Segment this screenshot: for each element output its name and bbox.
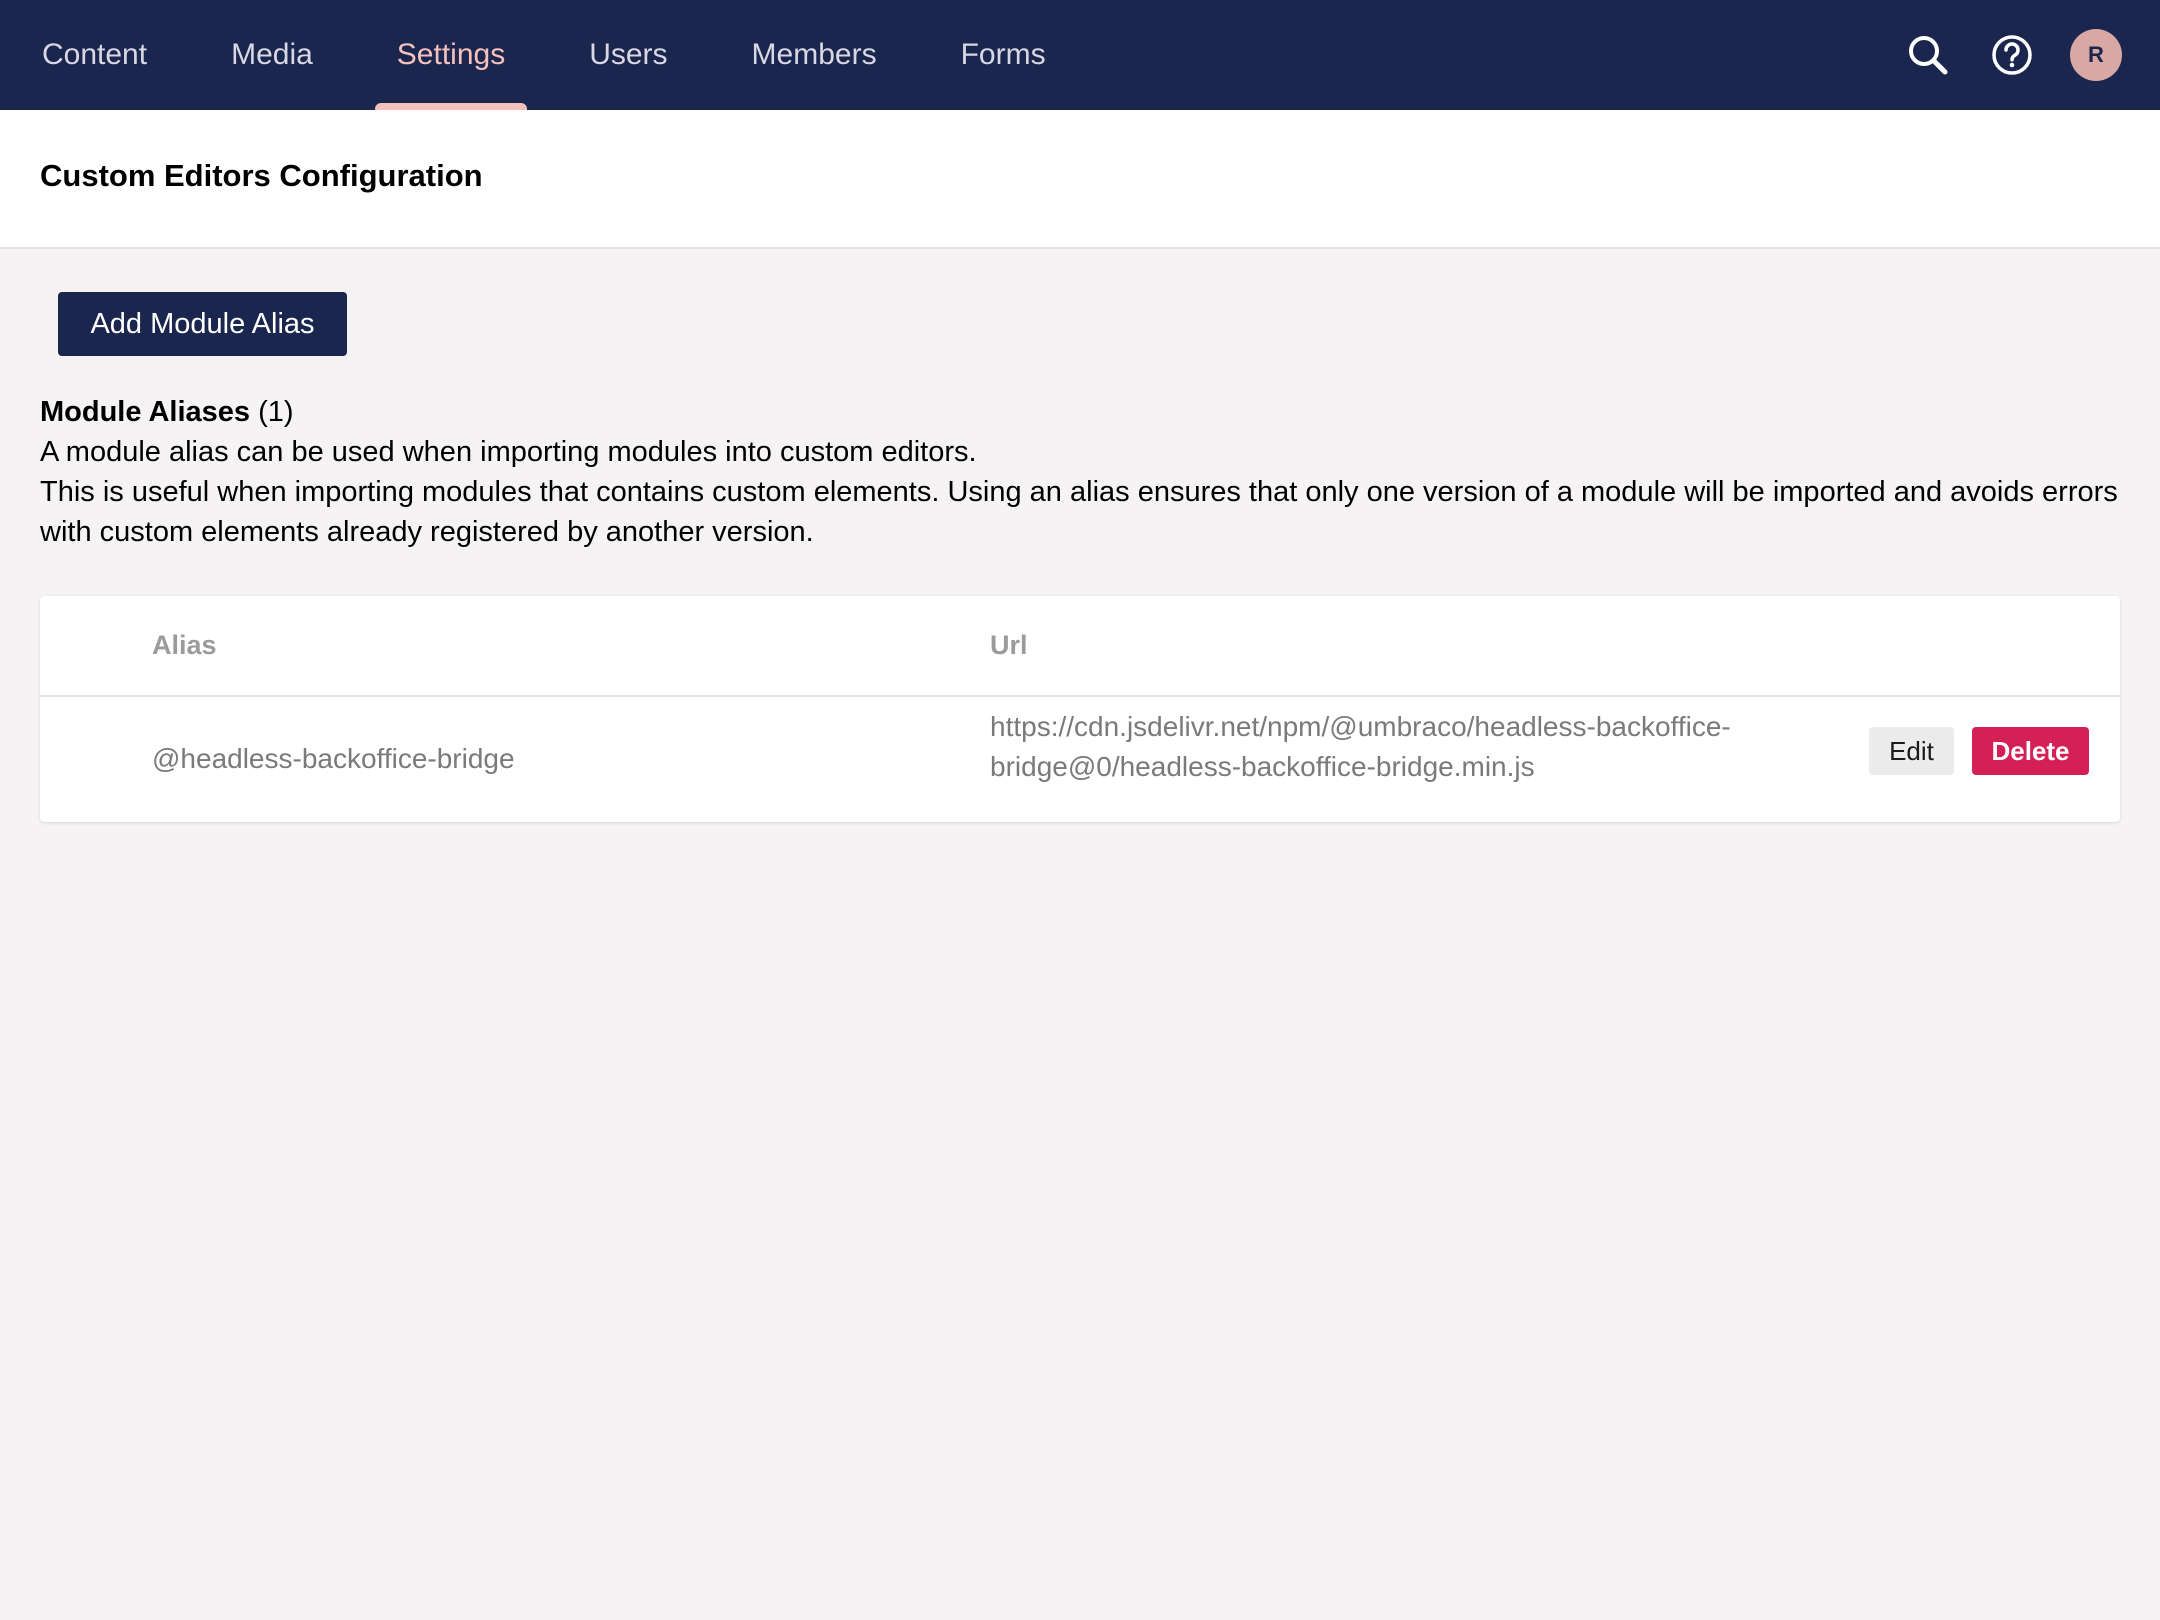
page-header: Custom Editors Configuration (0, 110, 2160, 249)
table-row: @headless-backoffice-bridge https://cdn.… (40, 697, 2120, 822)
nav-item-label: Settings (396, 38, 506, 71)
nav-item-media[interactable]: Media (209, 0, 335, 110)
column-header-alias: Alias (152, 630, 217, 660)
section-count: (1) (258, 396, 294, 428)
top-actions: R (1872, 0, 2122, 110)
active-indicator (374, 103, 528, 110)
section-description-1: A module alias can be used when importin… (40, 436, 977, 468)
search-icon[interactable] (1900, 27, 1956, 83)
top-navigation-bar: Content Media Settings Users Members For… (0, 0, 2160, 110)
page-title: Custom Editors Configuration (40, 158, 483, 193)
nav-item-users[interactable]: Users (567, 0, 689, 110)
edit-button[interactable]: Edit (1869, 727, 1954, 775)
nav-item-settings[interactable]: Settings (374, 0, 528, 110)
module-aliases-section: Module Aliases (1) A module alias can be… (40, 392, 2130, 552)
main-nav: Content Media Settings Users Members For… (20, 0, 1108, 110)
nav-item-label: Users (589, 38, 668, 71)
avatar[interactable]: R (2070, 29, 2122, 81)
help-icon[interactable] (1984, 27, 2040, 83)
nav-item-members[interactable]: Members (730, 0, 899, 110)
module-aliases-table: Alias Url @headless-backoffice-bridge ht… (40, 596, 2120, 822)
alias-cell: @headless-backoffice-bridge (152, 743, 515, 774)
column-header-url: Url (990, 630, 1028, 660)
nav-item-label: Content (42, 38, 148, 71)
section-description-2: This is useful when importing modules th… (40, 476, 2118, 548)
delete-button[interactable]: Delete (1972, 727, 2089, 775)
nav-item-content[interactable]: Content (20, 0, 169, 110)
section-heading-line: Module Aliases (1) (40, 392, 2130, 432)
nav-item-forms[interactable]: Forms (939, 0, 1068, 110)
url-cell: https://cdn.jsdelivr.net/npm/@umbraco/he… (990, 711, 1731, 782)
table-header: Alias Url (40, 596, 2120, 697)
section-heading: Module Aliases (40, 396, 251, 428)
add-module-alias-button[interactable]: Add Module Alias (58, 292, 347, 356)
nav-item-label: Media (231, 38, 313, 71)
avatar-initial: R (2088, 42, 2104, 67)
nav-item-label: Forms (960, 38, 1046, 71)
nav-item-label: Members (751, 38, 877, 71)
